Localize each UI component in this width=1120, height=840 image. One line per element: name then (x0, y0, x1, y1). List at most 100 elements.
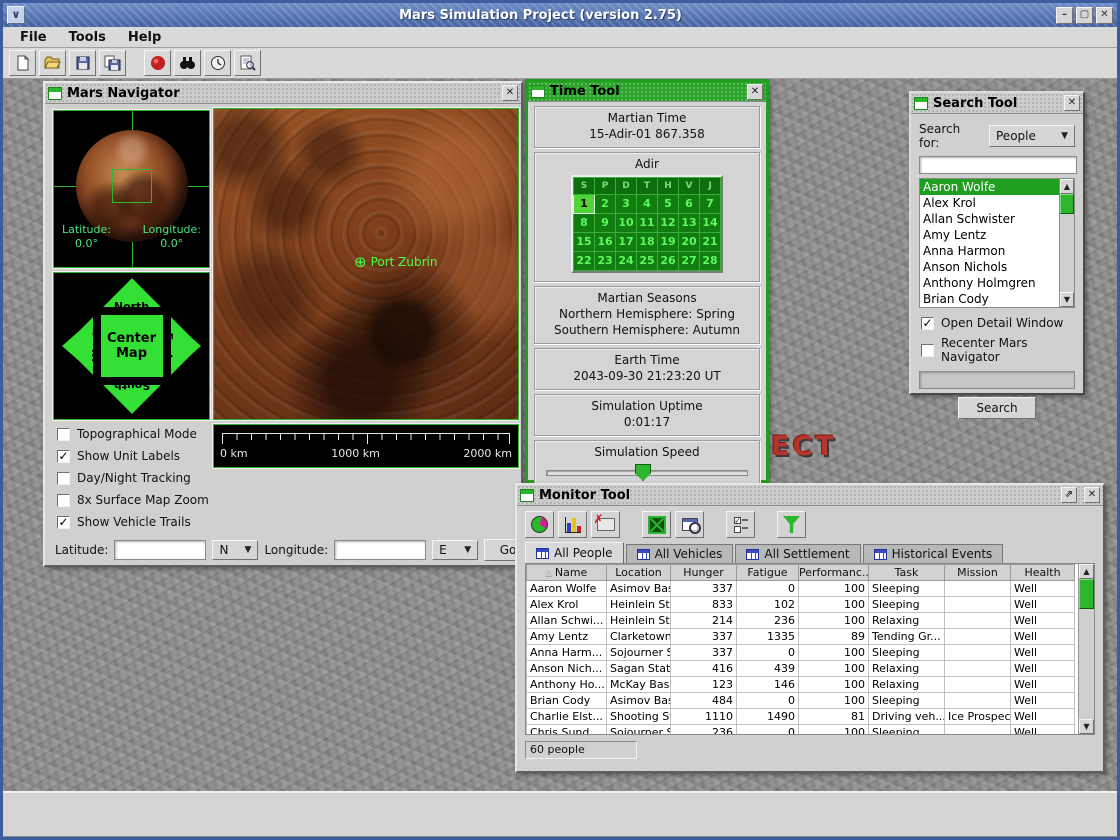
longitude-input[interactable] (334, 540, 426, 560)
search-button[interactable]: Search (958, 397, 1036, 419)
results-scrollbar[interactable]: ▲ ▼ (1059, 179, 1074, 307)
list-item[interactable]: Alex Krol (920, 195, 1059, 211)
table-row[interactable]: Anson Nich...Sagan Stati...416439100Rela… (527, 661, 1075, 677)
menu-help[interactable]: Help (119, 29, 170, 46)
column-header[interactable]: Fatigue (737, 565, 799, 581)
new-sim-button[interactable] (9, 50, 36, 76)
table-scrollbar[interactable]: ▲ ▼ (1078, 564, 1094, 734)
center-map-button[interactable]: Center Map (101, 315, 163, 377)
calendar-day: 24 (616, 252, 637, 271)
east-arrow-icon[interactable] (185, 332, 201, 360)
scroll-down-icon[interactable]: ▼ (1060, 292, 1074, 307)
close-icon[interactable]: ✕ (747, 84, 763, 100)
close-icon[interactable]: ✕ (1084, 487, 1100, 503)
scroll-up-icon[interactable]: ▲ (1060, 179, 1074, 194)
column-header[interactable]: Performanc... (799, 565, 869, 581)
save-as-button[interactable] (99, 50, 126, 76)
list-item[interactable]: Anna Harmon (920, 243, 1059, 259)
north-arrow-icon[interactable] (118, 279, 146, 295)
list-item[interactable]: Anson Nichols (920, 259, 1059, 275)
column-header[interactable]: Location (607, 565, 671, 581)
filter-button[interactable] (777, 511, 806, 538)
tab-all-settlement[interactable]: All Settlement (735, 544, 860, 563)
checkbox[interactable] (921, 344, 934, 357)
table-row[interactable]: Aaron WolfeAsimov Base3370100SleepingWel… (527, 581, 1075, 597)
mars-navigator-tool-button[interactable] (144, 50, 171, 76)
maximize-button[interactable]: ▢ (1076, 7, 1093, 24)
remove-tab-button[interactable] (591, 511, 620, 538)
open-sim-button[interactable] (39, 50, 66, 76)
tab-historical-events[interactable]: Historical Events (863, 544, 1004, 563)
column-header[interactable]: Task (869, 565, 945, 581)
table-row[interactable]: Alex KrolHeinlein St...833102100Sleeping… (527, 597, 1075, 613)
north-label[interactable]: North (114, 300, 149, 313)
column-header[interactable]: Health (1011, 565, 1075, 581)
list-item[interactable]: Anthony Holmgren (920, 275, 1059, 291)
pie-chart-button[interactable] (525, 511, 554, 538)
column-header[interactable]: △Name (527, 565, 607, 581)
close-icon[interactable]: ✕ (502, 85, 518, 101)
scroll-down-icon[interactable]: ▼ (1079, 719, 1094, 734)
window-menu-button[interactable]: ∨ (7, 6, 25, 24)
checkbox[interactable] (57, 472, 70, 485)
south-label[interactable]: South (113, 379, 149, 392)
tab-all-people[interactable]: All People (525, 542, 624, 563)
checkbox[interactable] (57, 428, 70, 441)
west-arrow-icon[interactable] (62, 332, 78, 360)
navigation-pad[interactable]: North South East West Center Map (53, 272, 210, 420)
menu-tools[interactable]: Tools (60, 29, 115, 46)
column-header[interactable]: Hunger (671, 565, 737, 581)
table-row[interactable]: Anna Harm...Sojourner S...3370100Sleepin… (527, 645, 1075, 661)
monitor-tool-titlebar[interactable]: Monitor Tool ⇗ ✕ (517, 485, 1103, 506)
time-tool-titlebar[interactable]: Time Tool ✕ (528, 82, 766, 102)
menu-file[interactable]: File (11, 29, 56, 46)
table-row[interactable]: Chris Sund...Sojourner S...2360100Sleepi… (527, 725, 1075, 736)
surface-map[interactable]: ⊕ Port Zubrin (213, 108, 519, 420)
close-icon[interactable]: ✕ (1064, 95, 1080, 111)
save-sim-button[interactable] (69, 50, 96, 76)
mars-navigator-titlebar[interactable]: Mars Navigator ✕ (45, 83, 521, 104)
column-header[interactable]: Mission (945, 565, 1011, 581)
slider-thumb[interactable] (635, 464, 651, 481)
scrollbar-thumb[interactable] (1060, 194, 1074, 214)
latitude-input[interactable] (114, 540, 206, 560)
bar-chart-button[interactable] (558, 511, 587, 538)
close-button[interactable]: ✕ (1096, 7, 1113, 24)
south-arrow-icon[interactable] (118, 397, 146, 413)
table-row[interactable]: Allan Schwi...Heinlein St...214236100Rel… (527, 613, 1075, 629)
list-item[interactable]: Aaron Wolfe (920, 179, 1059, 195)
monitor-tool-button[interactable] (234, 50, 261, 76)
longitude-direction-select[interactable]: E▼ (432, 540, 478, 560)
table-row[interactable]: Anthony Ho...McKay Base123146100Relaxing… (527, 677, 1075, 693)
list-item[interactable]: Brian Cody (920, 291, 1059, 307)
table-row[interactable]: Charlie Elst...Shooting Star1110149081Dr… (527, 709, 1075, 725)
map-option: Day/Night Tracking (57, 471, 209, 485)
east-label[interactable]: East (162, 333, 175, 360)
search-input[interactable] (919, 156, 1077, 174)
open-details-button[interactable] (675, 511, 704, 538)
search-tool-button[interactable] (174, 50, 201, 76)
list-item[interactable]: Allan Schwister (920, 211, 1059, 227)
table-cell: 100 (799, 613, 869, 629)
column-props-button[interactable]: ✓ (726, 511, 755, 538)
maximize-icon[interactable]: ⇗ (1061, 487, 1077, 503)
table-row[interactable]: Amy LentzClarketown337133589Tending Gr..… (527, 629, 1075, 645)
checkbox[interactable]: ✓ (57, 450, 70, 463)
scrollbar-thumb[interactable] (1079, 579, 1094, 609)
time-tool-button[interactable] (204, 50, 231, 76)
scroll-up-icon[interactable]: ▲ (1079, 564, 1094, 579)
minimize-button[interactable]: – (1056, 7, 1073, 24)
list-item[interactable]: Amy Lentz (920, 227, 1059, 243)
main-titlebar[interactable]: ∨ Mars Simulation Project (version 2.75)… (3, 3, 1117, 27)
globe-display[interactable]: Latitude: 0.0° Longitude: 0.0° (53, 110, 210, 268)
search-tool-titlebar[interactable]: Search Tool ✕ (911, 93, 1083, 114)
checkbox[interactable]: ✓ (57, 516, 70, 529)
seasons-heading: Martian Seasons (535, 290, 759, 306)
search-category-select[interactable]: People▼ (989, 125, 1075, 147)
tab-all-vehicles[interactable]: All Vehicles (626, 544, 734, 563)
center-map-button[interactable] (642, 511, 671, 538)
latitude-direction-select[interactable]: N▼ (212, 540, 258, 560)
table-row[interactable]: Brian CodyAsimov Base4840100SleepingWell (527, 693, 1075, 709)
checkbox[interactable]: ✓ (921, 317, 934, 330)
checkbox[interactable] (57, 494, 70, 507)
